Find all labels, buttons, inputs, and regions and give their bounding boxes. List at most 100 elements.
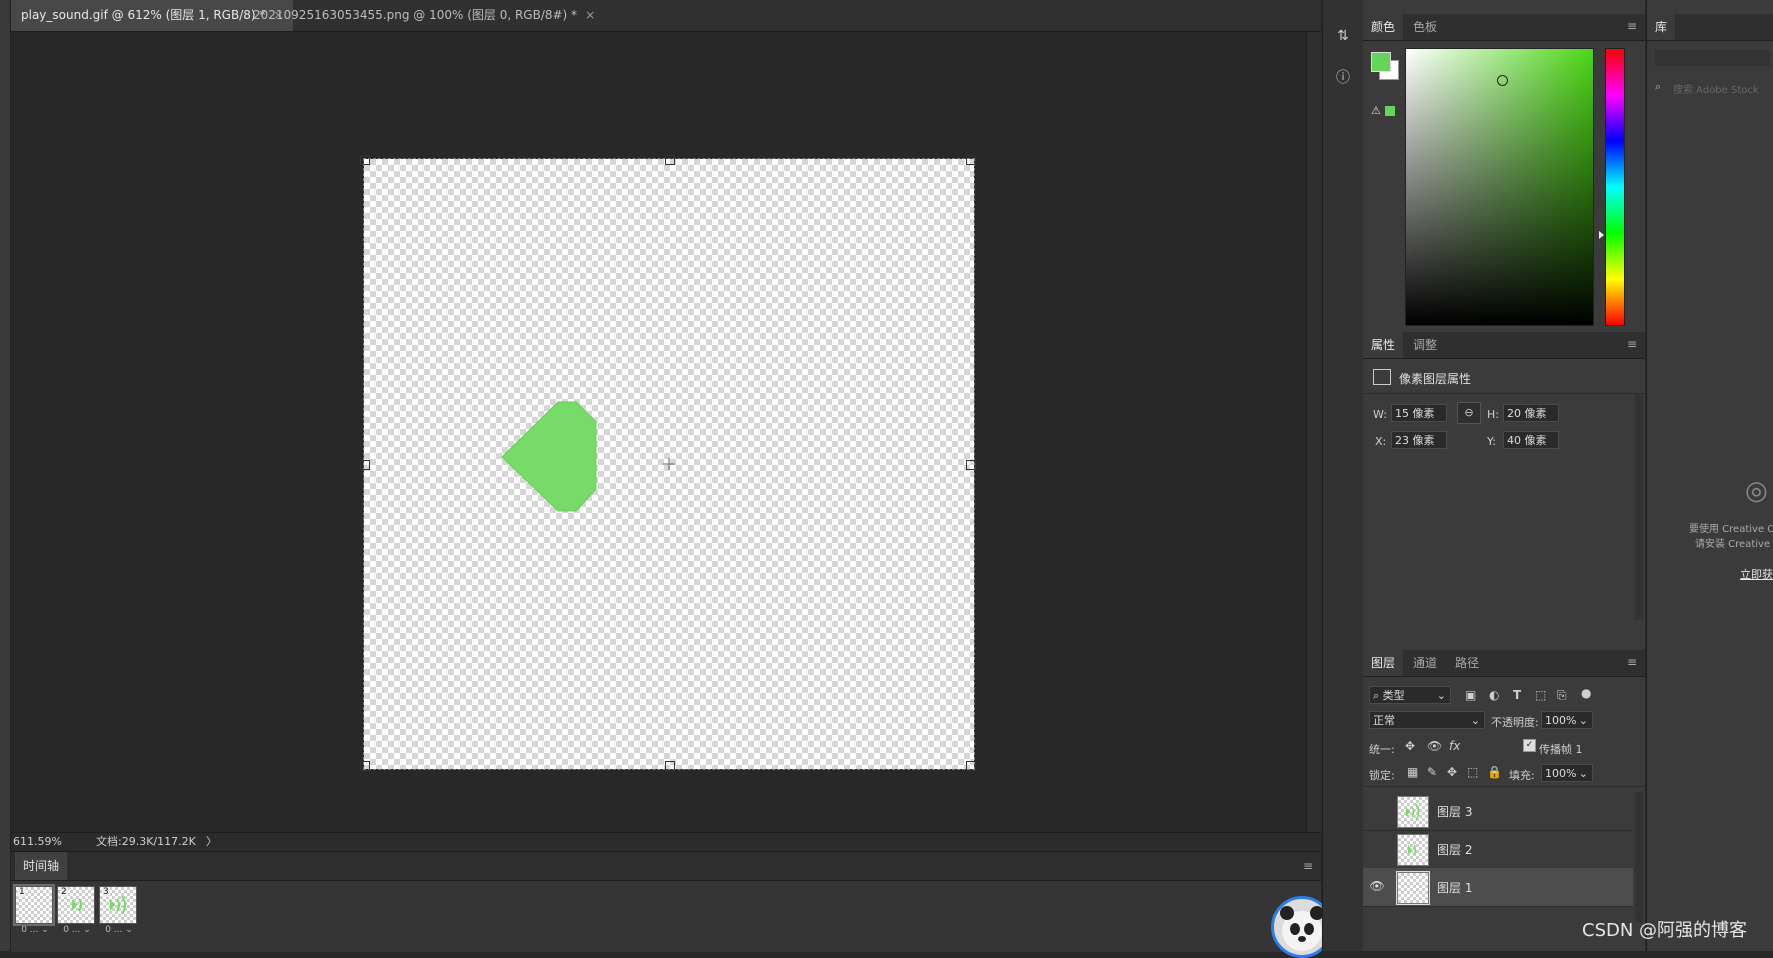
layers-scrollbar[interactable] <box>1635 792 1643 922</box>
tab-paths[interactable]: 路径 <box>1447 650 1487 676</box>
layer-thumbnail <box>1396 871 1430 905</box>
divider <box>1363 393 1645 394</box>
layer-name[interactable]: 图层 2 <box>1437 841 1472 858</box>
transform-handle[interactable] <box>360 761 370 771</box>
lock-transparent-icon[interactable]: ▦ <box>1407 765 1418 779</box>
layer-name[interactable]: 图层 3 <box>1437 803 1472 820</box>
watermark: CSDN @阿强的博客 <box>1582 920 1748 941</box>
hue-slider-thumb[interactable] <box>1599 231 1604 239</box>
install-link[interactable]: 立即获 <box>1740 566 1773 582</box>
info-icon[interactable]: ⓘ <box>1329 64 1357 92</box>
layer-filter-select[interactable]: ⌕ 类型 ⌄ <box>1369 686 1451 704</box>
tab-channels[interactable]: 通道 <box>1405 650 1445 676</box>
panel-menu-icon[interactable]: ≡ <box>1627 338 1639 350</box>
frame-number: 1 <box>18 887 26 897</box>
height-label: H: <box>1487 408 1499 421</box>
layer-thumbnail <box>1397 796 1429 828</box>
stock-search-input[interactable]: 搜索 Adobe Stock <box>1673 81 1759 96</box>
lock-image-icon[interactable]: ✎ <box>1427 765 1437 779</box>
eye-icon[interactable]: 👁 <box>1369 878 1385 894</box>
frame-thumbnail: 3 <box>99 886 137 924</box>
layer-row[interactable]: 图层 2 <box>1363 830 1633 869</box>
tab-timeline[interactable]: 时间轴 <box>15 852 68 880</box>
blend-mode-select[interactable]: 正常 ⌄ <box>1369 711 1485 729</box>
transform-handle[interactable] <box>360 155 370 165</box>
transform-handle[interactable] <box>360 460 370 470</box>
gamut-warning-icon[interactable]: ⚠ <box>1371 104 1381 117</box>
panel-menu-icon[interactable]: ≡ <box>1627 20 1639 32</box>
layer-row[interactable]: 图层 3 <box>1363 792 1633 831</box>
tab-library[interactable]: 库 <box>1647 14 1676 40</box>
chevron-down-icon: ⌄ <box>1470 714 1480 727</box>
tab-properties[interactable]: 属性 <box>1363 332 1404 358</box>
transform-handle[interactable] <box>966 460 976 470</box>
link-icon[interactable]: ⊖ <box>1457 402 1481 424</box>
timeline-menu-icon[interactable]: ≡ <box>1303 859 1313 873</box>
library-message-2: 请安装 Creative <box>1695 539 1771 550</box>
lock-all-icon[interactable]: 🔒 <box>1487 765 1502 779</box>
propagate-frame-label: 传播帧 1 <box>1539 743 1583 756</box>
history-icon[interactable]: ⇅ <box>1329 22 1357 50</box>
document-canvas[interactable] <box>360 155 976 771</box>
timeline-frame-1[interactable]: 1 0 ... ⌄ <box>13 884 55 938</box>
canvas-area[interactable] <box>11 32 1306 832</box>
y-field[interactable]: 40 像素 <box>1503 431 1559 449</box>
lock-position-icon[interactable]: ✥ <box>1447 765 1457 779</box>
height-field[interactable]: 20 像素 <box>1503 404 1559 422</box>
status-bar: 611.59% 文档:29.3K/117.2K 〉 <box>11 832 1321 851</box>
layer-name[interactable]: 图层 1 <box>1437 879 1472 896</box>
timeline-frame-3[interactable]: 3 0 ... ⌄ <box>99 886 139 938</box>
doc-size: 文档:29.3K/117.2K <box>96 835 196 848</box>
zoom-level[interactable]: 611.59% <box>13 833 62 851</box>
color-field[interactable] <box>1405 48 1594 326</box>
right-panel-dock: 颜色 色板 ≡ ⚠ 属性 调整 ≡ 像素图层属性 W: 15 像素 ⊖ H: 2… <box>1363 0 1645 951</box>
transform-handle[interactable] <box>966 155 976 165</box>
close-icon[interactable]: × <box>585 8 595 22</box>
lock-artboard-icon[interactable]: ⬚ <box>1467 765 1478 779</box>
frame-delay[interactable]: 0 ... ⌄ <box>99 925 139 935</box>
tab-swatches[interactable]: 色板 <box>1405 14 1445 40</box>
filter-toggle-icon[interactable]: ● <box>1581 686 1591 700</box>
frame-delay[interactable]: 0 ... ⌄ <box>57 925 97 935</box>
visibility-toggle[interactable] <box>1369 802 1385 818</box>
transform-handle[interactable] <box>665 155 675 165</box>
shape-filter-icon[interactable]: ⬚ <box>1535 688 1546 702</box>
pixel-filter-icon[interactable]: ▣ <box>1465 688 1476 702</box>
gamut-color-swatch[interactable] <box>1385 106 1395 116</box>
library-select[interactable] <box>1655 50 1770 66</box>
tab-adjustments[interactable]: 调整 <box>1405 332 1445 358</box>
color-picker-marker[interactable] <box>1497 75 1508 86</box>
y-label: Y: <box>1487 435 1496 448</box>
foreground-color-swatch[interactable] <box>1371 52 1391 72</box>
tab-layers[interactable]: 图层 <box>1363 650 1404 676</box>
divider <box>1363 786 1645 787</box>
transform-handle[interactable] <box>966 761 976 771</box>
width-field[interactable]: 15 像素 <box>1391 404 1447 422</box>
fill-field[interactable]: 100% ⌄ <box>1541 764 1593 782</box>
vertical-scrollbar[interactable] <box>1306 32 1322 832</box>
creative-cloud-icon: ◎ <box>1745 476 1768 506</box>
transform-handle[interactable] <box>665 761 675 771</box>
layer-row[interactable]: 👁 图层 1 <box>1363 868 1633 907</box>
green-speaker-shape <box>501 401 597 512</box>
doc-tab-png[interactable]: 20210925163053455.png @ 100% (图层 0, RGB/… <box>243 0 605 31</box>
unify-style-icon[interactable]: fx <box>1449 739 1460 753</box>
x-field[interactable]: 23 像素 <box>1391 431 1447 449</box>
sound-wave-icon <box>110 895 126 915</box>
unify-position-icon[interactable]: ✥ <box>1405 739 1415 753</box>
timeline-frame-2[interactable]: 2 0 ... ⌄ <box>57 886 97 938</box>
tool-strip[interactable] <box>0 0 11 951</box>
visibility-toggle[interactable] <box>1369 840 1385 856</box>
opacity-field[interactable]: 100% ⌄ <box>1541 711 1593 729</box>
hue-slider[interactable] <box>1605 48 1625 326</box>
propagate-frame-checkbox[interactable]: ✓ <box>1523 739 1536 752</box>
status-menu-arrow[interactable]: 〉 <box>206 833 217 851</box>
adjustment-filter-icon[interactable]: ◐ <box>1489 688 1499 702</box>
frame-delay[interactable]: 0 ... ⌄ <box>15 925 55 935</box>
smart-object-filter-icon[interactable]: ⎘ <box>1557 688 1567 703</box>
unify-visibility-icon[interactable]: 👁 <box>1427 739 1442 753</box>
properties-scrollbar[interactable] <box>1635 394 1643 620</box>
tab-color[interactable]: 颜色 <box>1363 14 1404 40</box>
panel-menu-icon[interactable]: ≡ <box>1627 656 1639 668</box>
type-filter-icon[interactable]: T <box>1513 688 1521 702</box>
